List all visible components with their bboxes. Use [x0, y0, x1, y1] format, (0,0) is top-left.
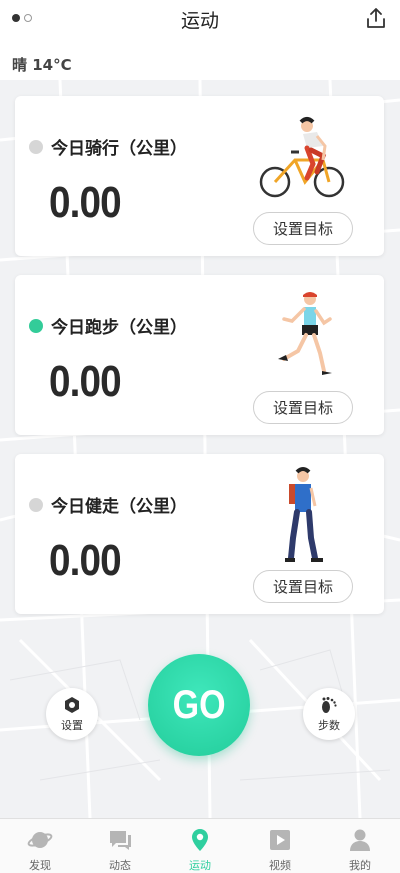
cycling-distance-value: 0.00 — [49, 178, 122, 227]
share-icon — [367, 8, 385, 28]
video-play-icon — [270, 830, 290, 850]
status-dot — [29, 139, 43, 154]
page-title: 运动 — [180, 10, 219, 32]
tab-feed[interactable]: 动态 — [80, 819, 160, 873]
walking-distance-value: 0.00 — [49, 536, 122, 585]
tab-label: 运动 — [189, 859, 211, 872]
status-dot — [29, 318, 43, 333]
bottom-tab-bar: 发现 动态 运动 视频 我的 — [0, 818, 400, 873]
running-card[interactable]: 今日跑步（公里） 0.00 设置目标 — [15, 275, 384, 435]
tab-profile[interactable]: 我的 — [320, 819, 400, 873]
hexagon-settings-icon — [65, 696, 79, 713]
running-distance-value: 0.00 — [49, 357, 122, 406]
status-dot — [29, 497, 43, 512]
location-pin-icon — [192, 829, 208, 851]
walking-card[interactable]: 今日健走（公里） 0.00 设置目标 — [15, 454, 384, 614]
settings-label: 设置 — [61, 718, 83, 732]
steps-button[interactable]: 步数 — [303, 688, 355, 740]
cycling-card[interactable]: 今日骑行（公里） 0.00 设置目标 — [15, 96, 384, 256]
cyclist-illustration — [259, 117, 345, 198]
running-label: 今日跑步（公里） — [29, 313, 187, 338]
tab-label: 动态 — [109, 859, 131, 872]
tab-label: 视频 — [269, 859, 291, 872]
runner-illustration — [278, 292, 332, 375]
running-label-text: 今日跑步（公里） — [51, 318, 187, 338]
tab-sports[interactable]: 运动 — [160, 819, 240, 873]
tab-label: 发现 — [29, 859, 51, 872]
cycling-label: 今日骑行（公里） — [29, 134, 187, 159]
cycling-label-text: 今日骑行（公里） — [51, 139, 187, 159]
person-icon — [350, 829, 370, 851]
walking-label: 今日健走（公里） — [29, 492, 187, 517]
set-goal-button[interactable]: 设置目标 — [253, 391, 353, 424]
planet-icon — [27, 832, 53, 848]
tab-discover[interactable]: 发现 — [0, 819, 80, 873]
chat-icon — [110, 831, 131, 850]
go-button[interactable]: GO — [148, 654, 250, 756]
footprint-icon — [322, 696, 337, 713]
set-goal-button[interactable]: 设置目标 — [253, 570, 353, 603]
steps-label: 步数 — [318, 718, 340, 732]
set-goal-button[interactable]: 设置目标 — [253, 212, 353, 245]
header: 运动 — [0, 0, 400, 40]
walker-illustration — [285, 467, 323, 562]
tab-video[interactable]: 视频 — [240, 819, 320, 873]
share-button[interactable] — [364, 6, 388, 30]
walking-label-text: 今日健走（公里） — [51, 497, 187, 517]
settings-button[interactable]: 设置 — [46, 688, 98, 740]
weather-text: 晴 14°C — [12, 56, 72, 74]
go-label: GO — [172, 682, 226, 727]
tab-label: 我的 — [349, 859, 371, 872]
